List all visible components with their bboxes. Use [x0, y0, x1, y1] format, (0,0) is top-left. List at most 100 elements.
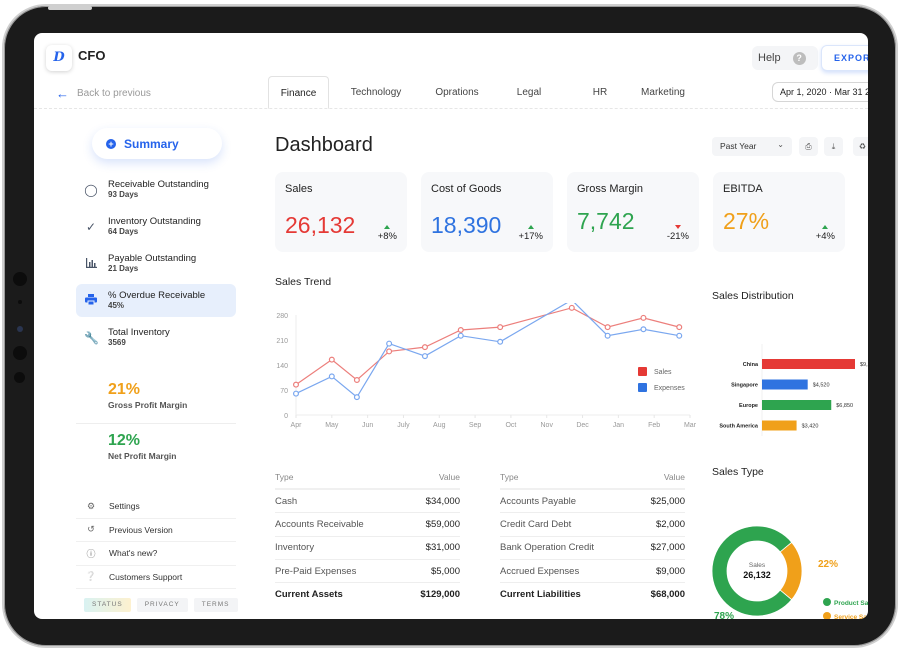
export-button[interactable]: EXPORT — [821, 45, 868, 71]
row-type: Pre-Paid Expenses — [275, 565, 357, 577]
header-divider — [34, 108, 868, 109]
data-point-expenses — [457, 332, 464, 339]
period-select[interactable]: Past Year ⌄ — [712, 137, 792, 156]
kpi-card-gross-margin[interactable]: Gross Margin 7,742 -21% — [567, 172, 699, 252]
delta-value: +8% — [377, 231, 397, 242]
settings-link[interactable]: ⚙ Settings — [76, 495, 236, 519]
row-type: Accrued Expenses — [500, 565, 580, 577]
row-value: $31,000 — [425, 542, 460, 554]
card-delta: +4% — [816, 225, 835, 242]
share-button[interactable]: ♻ — [853, 137, 868, 156]
tab-marketing[interactable]: Marketing — [633, 76, 693, 109]
x-tick-label: Feb — [648, 422, 660, 429]
privacy-link[interactable]: PRIVACY — [136, 598, 188, 612]
gross-profit-margin-kpi: 21% Gross Profit Margin — [108, 381, 187, 410]
summary-button[interactable]: + Summary — [92, 128, 222, 159]
y-tick-label: 140 — [276, 363, 288, 370]
bar-category-label: China — [743, 362, 759, 368]
y-tick-label: 70 — [280, 388, 288, 395]
card-value: 26,132 — [285, 212, 356, 238]
share-icon: ♻ — [858, 142, 867, 151]
table-row: Cash $34,000 — [275, 490, 460, 514]
terms-link[interactable]: TERMS — [193, 598, 238, 612]
data-point-sales — [293, 381, 300, 388]
back-link[interactable]: ← Back to previous — [56, 86, 151, 101]
tab-technology[interactable]: Technology — [329, 76, 423, 109]
row-value: $25,000 — [650, 495, 685, 507]
bar-category-label: Singapore — [731, 383, 758, 389]
kpi-card-sales[interactable]: Sales 26,132 +8% — [275, 172, 407, 252]
sidebar-item-receivable-outstanding[interactable]: ◯ Receivable Outstanding 93 Days — [76, 173, 236, 206]
help-button[interactable]: Help ? — [752, 46, 818, 70]
card-title: Gross Margin — [577, 183, 644, 195]
bar-value-label: $3,420 — [802, 424, 819, 430]
link-label: Settings — [109, 501, 140, 512]
sidebar-item-total-inventory[interactable]: 🔧 Total Inventory 3569 — [76, 321, 236, 354]
print-button[interactable]: ⎙ — [799, 137, 818, 156]
table-header: Type Value — [500, 470, 685, 490]
gear-icon: ⚙ — [86, 500, 96, 511]
row-type: Inventory — [275, 542, 315, 554]
data-point-expenses — [497, 338, 504, 345]
bar-value-label: $6,850 — [836, 403, 853, 409]
app-logo[interactable]: D — [46, 45, 72, 71]
sidebar-item-inventory-outstanding[interactable]: ✓ Inventory Outstanding 64 Days — [76, 210, 236, 243]
data-point-expenses — [604, 332, 611, 339]
data-point-sales — [568, 304, 575, 311]
kpi-card-ebitda[interactable]: EBITDA 27% +4% — [713, 172, 845, 252]
x-tick-label: Nov — [541, 422, 554, 429]
sales-distribution-chart: China $9,2.. Singapore $4,520 Europe $6,850 So… — [719, 344, 868, 436]
previous-version-link[interactable]: ↺ Previous Version — [76, 519, 236, 542]
download-button[interactable]: ⤓ — [824, 137, 843, 156]
link-label: What's new? — [109, 548, 158, 559]
bar-china — [762, 359, 855, 369]
tablet-side-sensor — [13, 272, 27, 286]
trend-up-icon — [384, 225, 391, 229]
tab-legal[interactable]: Legal — [491, 76, 567, 109]
nav-value: 93 Days — [108, 190, 139, 199]
table-row: Accounts Receivable $59,000 — [275, 513, 460, 537]
tab-hr[interactable]: HR — [567, 76, 633, 109]
bar-chart-icon — [84, 257, 98, 271]
sidebar-item-overdue-receivable[interactable]: % Overdue Receivable 45% — [76, 284, 236, 317]
customers-support-link[interactable]: ❔ Customers Support — [76, 566, 236, 589]
date-range-picker[interactable]: Apr 1, 2020 · Mar 31 2021 — [772, 82, 868, 102]
x-tick-label: May — [325, 422, 339, 429]
tablet-top-button — [48, 6, 92, 10]
legend-label-product-sales: Product Sales — [834, 600, 868, 607]
total-value: $129,000 — [420, 589, 460, 601]
liabilities-table: Type Value Accounts Payable $25,000 Credit… — [500, 470, 685, 606]
summary-label: Summary — [124, 136, 179, 151]
tab-operations[interactable]: Oprations — [423, 76, 491, 109]
donut-center-label: Sales — [749, 562, 766, 569]
tab-finance[interactable]: Finance — [268, 76, 329, 109]
row-type: Cash — [275, 495, 298, 507]
tablet-camera — [17, 326, 23, 332]
tablet-side-sensor — [18, 300, 22, 304]
data-point-expenses — [421, 353, 428, 360]
nav-value: 45% — [108, 301, 125, 310]
data-point-expenses — [293, 390, 300, 397]
row-type: Bank Operation Credit — [500, 542, 594, 554]
sidebar-item-payable-outstanding[interactable]: Payable Outstanding 21 Days — [76, 247, 236, 280]
sales-type-chart: Sales26,132 22% 78% Product Sales Service Sa… — [711, 525, 868, 619]
table-total-row: Current Liabilities $68,000 — [500, 583, 685, 606]
help-circle-icon: ❔ — [85, 571, 97, 582]
data-point-sales — [640, 314, 647, 321]
x-tick-label: Aug — [433, 422, 446, 429]
whats-new-link[interactable]: ⓘ What's new? — [76, 542, 236, 566]
sidebar-footer-links: ⚙ Settings ↺ Previous Version ⓘ What's new?… — [76, 495, 236, 589]
row-value: $34,000 — [425, 495, 460, 507]
tablet-side-sensor — [14, 372, 25, 383]
row-value: $9,000 — [655, 565, 685, 577]
delta-value: -21% — [666, 231, 689, 242]
plus-circle-icon: + — [106, 138, 116, 149]
data-point-sales — [676, 324, 683, 331]
kpi-card-cost-of-goods[interactable]: Cost of Goods 18,390 +17% — [421, 172, 553, 252]
nav-label: Receivable Outstanding — [108, 179, 209, 190]
trend-up-icon — [527, 225, 534, 229]
slice-service-sales — [779, 541, 803, 601]
bar-category-label: Europe — [739, 403, 758, 409]
status-link[interactable]: STATUS — [84, 598, 131, 612]
table-row: Credit Card Debt $2,000 — [500, 513, 685, 537]
